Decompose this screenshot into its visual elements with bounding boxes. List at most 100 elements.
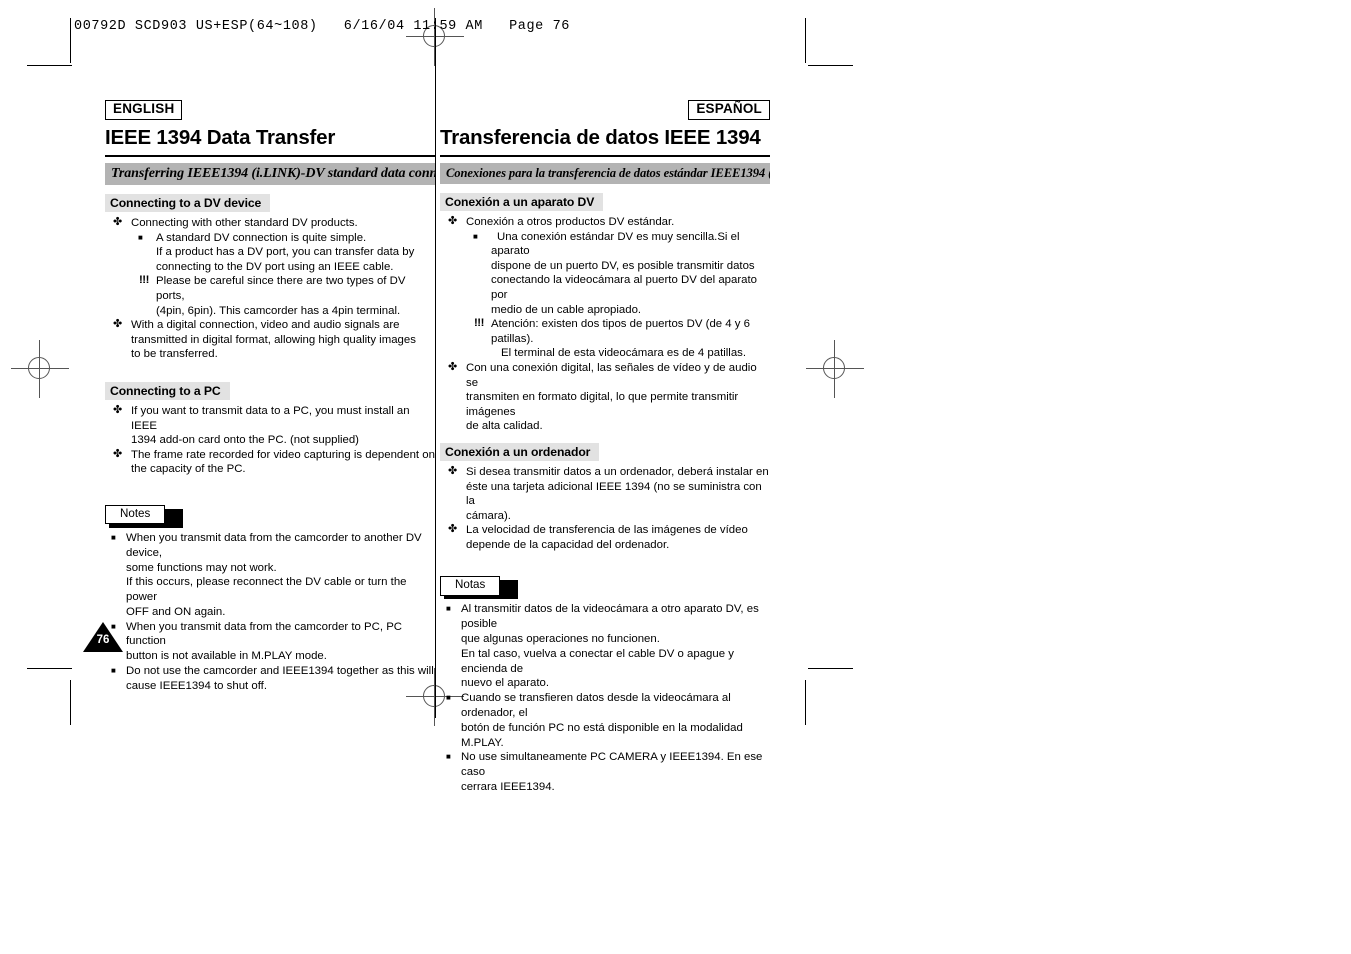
list-item: ✤ With a digital connection, video and a… — [105, 318, 435, 362]
list-connecting-dv-device-en: ✤ Connecting with other standard DV prod… — [105, 216, 435, 362]
notes-list-spanish: ■ Al transmitir datos de la videocámara … — [440, 602, 770, 794]
list-item-continuation: que algunas operaciones no funcionen. — [461, 633, 660, 646]
section-heading-conexion-ordenador: Conexión a un ordenador — [440, 442, 600, 461]
notes-box-wrapper-spanish: Notas — [440, 576, 770, 600]
language-badge-spanish: ESPAÑOL — [688, 100, 770, 120]
list-item-continuation: nuevo el aparato. — [461, 677, 550, 690]
exclamation-bullet-icon: !!! — [474, 317, 484, 330]
list-item-text: Conexión a otros productos DV estándar. — [466, 216, 675, 228]
exclamation-bullet-icon: !!! — [139, 274, 149, 287]
list-item-text: Atención: existen dos tipos de puertos D… — [491, 318, 750, 331]
clover-bullet-icon: ✤ — [113, 447, 123, 460]
list-item-text: Una conexión estándar DV es muy sencilla… — [491, 230, 740, 258]
list-item: ✤ The frame rate recorded for video capt… — [105, 448, 435, 477]
list-item-continuation: cause IEEE1394 to shut off. — [126, 679, 268, 692]
list-conexion-ordenador-es: ✤ Si desea transmitir datos a un ordenad… — [440, 465, 770, 553]
title-rule-english — [105, 155, 435, 157]
list-item-text: Cuando se transfieren datos desde la vid… — [461, 692, 731, 720]
list-item-text: The frame rate recorded for video captur… — [131, 448, 435, 461]
list-item-continuation: 1394 add-on card onto the PC. (not suppl… — [131, 434, 359, 447]
page-number-text: 76 — [96, 634, 110, 646]
clover-bullet-icon: ✤ — [448, 360, 458, 373]
subtitle-bar-spanish: Conexiones para la transferencia de dato… — [440, 163, 770, 184]
language-badge-english: ENGLISH — [105, 100, 183, 120]
square-bullet-icon: ■ — [473, 231, 478, 241]
list-item-continuation: patillas). — [491, 332, 534, 345]
page-title-spanish: Transferencia de datos IEEE 1394 — [440, 126, 761, 149]
list-item-continuation: éste una tarjeta adicional IEEE 1394 (no… — [466, 480, 762, 508]
column-divider — [435, 18, 436, 718]
list-item-text: Si desea transmitir datos a un ordenador… — [466, 465, 769, 478]
english-badge-row: ENGLISH — [105, 100, 435, 120]
list-item-continuation: some functions may not work. — [126, 561, 277, 574]
list-item-continuation: medio de un cable apropiado. — [491, 303, 642, 316]
list-item-continuation: the capacity of the PC. — [131, 463, 246, 476]
list-item-continuation: connecting to the DV port using an IEEE … — [156, 260, 394, 273]
list-item: ■ Una conexión estándar DV es muy sencil… — [440, 230, 770, 318]
list-item: ✤ Conexión a otros productos DV estándar… — [440, 215, 770, 230]
list-item-continuation: El terminal de esta videocámara es de 4 … — [501, 347, 747, 360]
section-heading-conexion-aparato-dv: Conexión a un aparato DV — [440, 193, 604, 211]
list-item-text: La velocidad de transferencia de las imá… — [466, 524, 748, 537]
list-item-continuation: to be transferred. — [131, 348, 218, 361]
notes-list-english: ■ When you transmit data from the camcor… — [105, 531, 435, 694]
english-column: ENGLISH IEEE 1394 Data Transfer Transfer… — [105, 100, 435, 694]
page-number-badge: 76 — [83, 622, 123, 652]
list-item: ■ A standard DV connection is quite simp… — [105, 231, 435, 275]
list-item-continuation: If this occurs, please reconnect the DV … — [126, 576, 407, 604]
list-item-continuation: botón de función PC no está disponible e… — [461, 721, 743, 749]
list-item: ■ When you transmit data from the camcor… — [105, 531, 435, 620]
list-item-text: Please be careful since there are two ty… — [156, 275, 406, 302]
list-item-text: Do not use the camcorder and IEEE1394 to… — [126, 665, 434, 678]
clover-bullet-icon: ✤ — [448, 523, 458, 536]
square-bullet-icon: ■ — [111, 666, 116, 676]
list-item-continuation: de alta calidad. — [466, 420, 543, 433]
clover-bullet-icon: ✤ — [113, 216, 123, 228]
list-item-continuation: button is not available in M.PLAY mode. — [126, 650, 327, 663]
list-item-text: When you transmit data from the camcorde… — [126, 531, 422, 559]
list-item-text: A standard DV connection is quite simple… — [156, 231, 367, 244]
list-item-text: If you want to transmit data to a PC, yo… — [131, 404, 410, 432]
list-item-continuation: dispone de un puerto DV, es posible tran… — [491, 259, 755, 272]
list-item-continuation: En tal caso, vuelva a conectar el cable … — [461, 647, 734, 675]
list-item: ✤ If you want to transmit data to a PC, … — [105, 404, 435, 448]
square-bullet-icon: ■ — [446, 604, 451, 614]
list-item: ✤ La velocidad de transferencia de las i… — [440, 523, 770, 552]
page-title-english: IEEE 1394 Data Transfer — [105, 126, 336, 149]
page-spread: ENGLISH IEEE 1394 Data Transfer Transfer… — [0, 0, 1351, 954]
square-bullet-icon: ■ — [138, 232, 143, 242]
list-item-continuation: cámara). — [466, 509, 511, 522]
list-item: ■ Al transmitir datos de la videocámara … — [440, 602, 770, 691]
list-item-text: With a digital connection, video and aud… — [131, 319, 400, 332]
list-item: ■ No use simultaneamente PC CAMERA y IEE… — [440, 750, 770, 794]
clover-bullet-icon: ✤ — [448, 464, 458, 477]
list-conexion-aparato-dv-es: ✤ Conexión a otros productos DV estándar… — [440, 215, 770, 434]
list-item-continuation: If a product has a DV port, you can tran… — [156, 246, 415, 259]
spanish-badge-row: ESPAÑOL — [440, 100, 770, 120]
clover-bullet-icon: ✤ — [448, 215, 458, 227]
list-item: !!! Atención: existen dos tipos de puert… — [440, 317, 770, 361]
list-item-continuation: transmitted in digital format, allowing … — [131, 333, 416, 346]
clover-bullet-icon: ✤ — [113, 403, 123, 416]
section-heading-connecting-pc: Connecting to a PC — [105, 381, 230, 400]
notes-box-wrapper-english: Notes — [105, 504, 435, 528]
list-item-continuation: transmiten en formato digital, lo que pe… — [466, 391, 739, 418]
list-item: ✤ Connecting with other standard DV prod… — [105, 216, 435, 231]
list-item-continuation: (4pin, 6pin). This camcorder has a 4pin … — [156, 304, 401, 317]
list-item: ✤ Si desea transmitir datos a un ordenad… — [440, 465, 770, 523]
list-item: !!! Please be careful since there are tw… — [105, 274, 435, 318]
list-item: ■ When you transmit data from the camcor… — [105, 620, 435, 664]
list-item-text: Al transmitir datos de la videocámara a … — [461, 603, 759, 631]
section-heading-connecting-dv-device: Connecting to a DV device — [105, 194, 271, 212]
list-item-text: No use simultaneamente PC CAMERA y IEEE1… — [461, 751, 763, 779]
list-item-text: Connecting with other standard DV produc… — [131, 217, 358, 229]
list-item-text: Con una conexión digital, las señales de… — [466, 361, 757, 389]
list-item: ■ Do not use the camcorder and IEEE1394 … — [105, 664, 435, 694]
notes-label-spanish: Notas — [440, 576, 501, 596]
list-item-continuation: depende de la capacidad del ordenador. — [466, 538, 670, 551]
list-item: ■ Cuando se transfieren datos desde la v… — [440, 691, 770, 750]
list-item-continuation: OFF and ON again. — [126, 605, 226, 618]
title-rule-spanish — [440, 155, 770, 157]
spanish-column: ESPAÑOL Transferencia de datos IEEE 1394… — [440, 100, 770, 795]
clover-bullet-icon: ✤ — [113, 318, 123, 331]
